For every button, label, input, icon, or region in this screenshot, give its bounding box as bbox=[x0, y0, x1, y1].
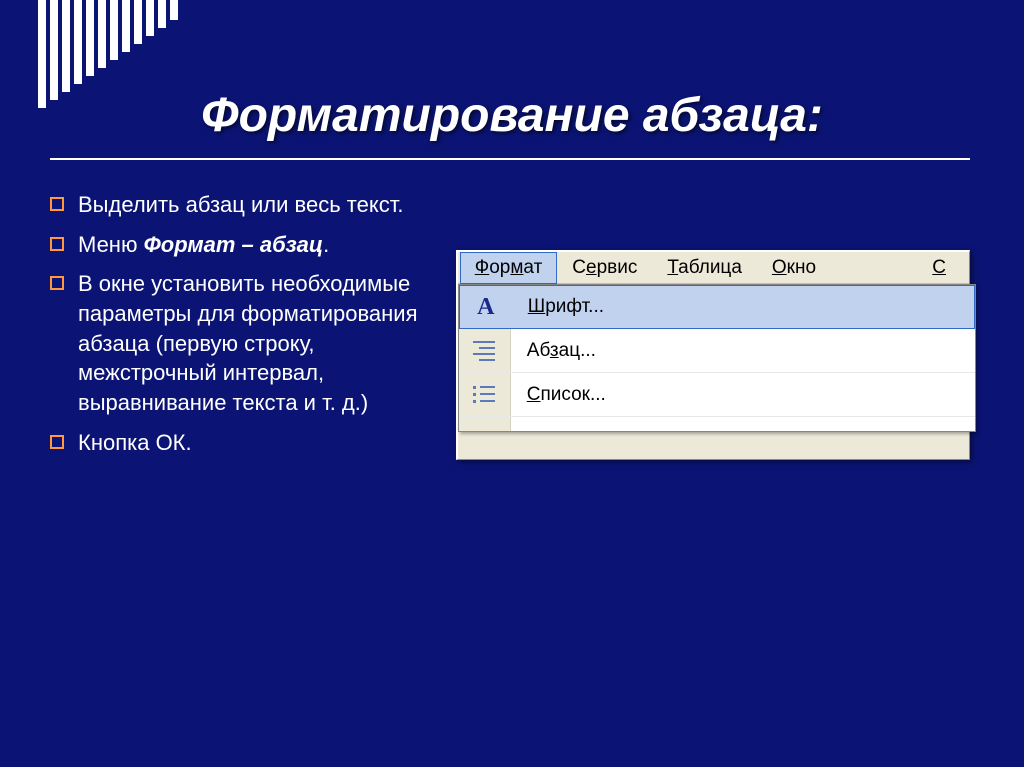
dropdown-font[interactable]: A Шрифт... bbox=[459, 285, 975, 329]
menu-window[interactable]: Окно bbox=[757, 252, 831, 284]
bullet-text: Кнопка ОК. bbox=[78, 428, 426, 458]
title-underline bbox=[50, 158, 970, 160]
bullet-text: Выделить абзац или весь текст. bbox=[78, 190, 426, 220]
bullet-icon bbox=[50, 237, 64, 251]
menu-format[interactable]: Формат bbox=[460, 252, 558, 284]
bullet-list: Выделить абзац или весь текст. Меню Форм… bbox=[50, 190, 426, 468]
list-item: Кнопка ОК. bbox=[50, 428, 426, 458]
font-icon: A bbox=[460, 286, 512, 328]
slide-content: Выделить абзац или весь текст. Меню Форм… bbox=[50, 190, 970, 468]
dropdown-label: Шрифт... bbox=[512, 296, 604, 318]
slide-title: Форматирование абзаца: bbox=[0, 88, 1024, 143]
list-item: Меню Формат – абзац. bbox=[50, 230, 426, 260]
menu-screenshot: Формат Сервис Таблица Окно С A Шрифт... … bbox=[456, 250, 970, 460]
text-segment: Меню bbox=[78, 232, 144, 257]
dropdown-paragraph[interactable]: Абзац... bbox=[459, 329, 975, 373]
bullet-icon bbox=[50, 197, 64, 211]
list-item: В окне установить необходимые параметры … bbox=[50, 269, 426, 417]
dropdown-label: Список... bbox=[511, 384, 606, 406]
menu-service[interactable]: Сервис bbox=[557, 252, 652, 284]
format-dropdown: A Шрифт... Абзац... Список... bbox=[458, 284, 976, 432]
dropdown-label: Абзац... bbox=[511, 340, 596, 362]
list-icon bbox=[459, 373, 511, 416]
bullet-icon bbox=[50, 435, 64, 449]
dropdown-list[interactable]: Список... bbox=[459, 373, 975, 417]
menu-table[interactable]: Таблица bbox=[652, 252, 757, 284]
bullet-text: Меню Формат – абзац. bbox=[78, 230, 426, 260]
bullet-icon bbox=[50, 276, 64, 290]
list-item: Выделить абзац или весь текст. bbox=[50, 190, 426, 220]
text-bold: Формат – абзац bbox=[144, 232, 324, 257]
menu-extra[interactable]: С bbox=[917, 252, 961, 284]
bullet-text: В окне установить необходимые параметры … bbox=[78, 269, 426, 417]
text-segment: . bbox=[323, 232, 329, 257]
dropdown-bottom bbox=[459, 417, 975, 431]
paragraph-icon bbox=[459, 329, 511, 372]
menu-bar: Формат Сервис Таблица Окно С bbox=[458, 252, 969, 284]
